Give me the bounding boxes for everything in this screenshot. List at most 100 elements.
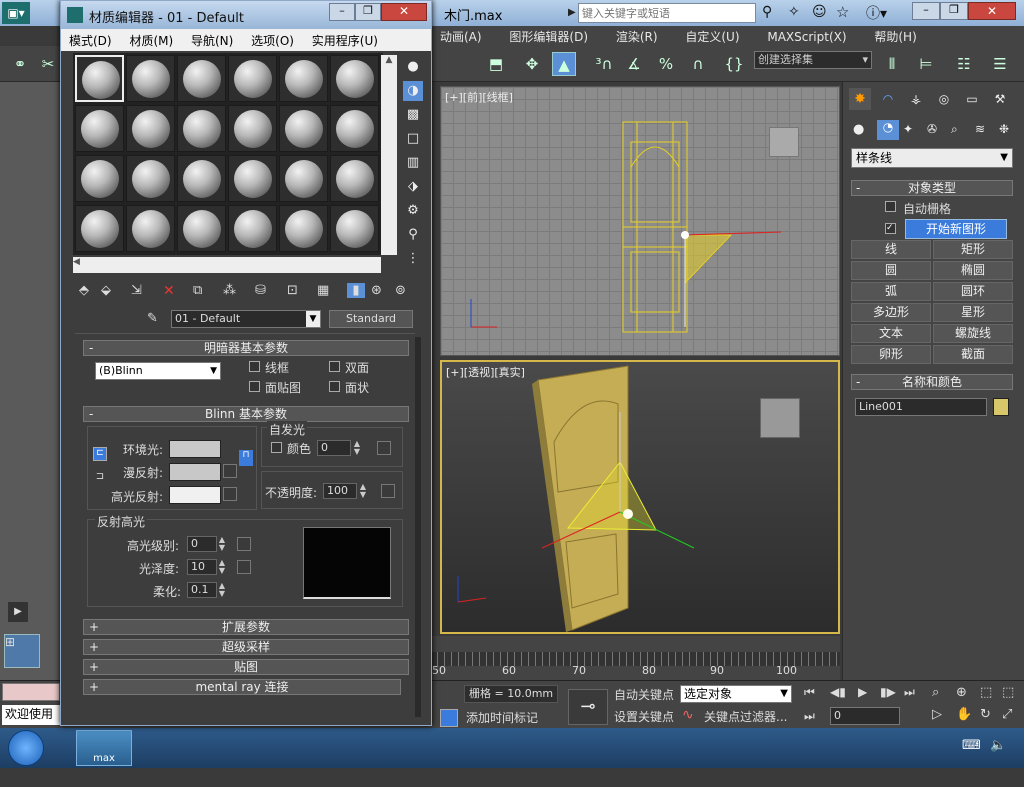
lights-icon[interactable]: ✦ [903, 122, 921, 136]
material-sample-slot[interactable] [75, 155, 124, 202]
fov-icon[interactable]: ▷ [932, 707, 950, 722]
material-sample-slot[interactable] [75, 55, 124, 102]
shader-dropdown[interactable]: (B)Blinn ▼ [95, 362, 221, 380]
start-orb-icon[interactable] [8, 730, 44, 766]
opacity-map-button[interactable] [381, 484, 395, 498]
zoom-extents-all-icon[interactable]: ⬚ [1002, 685, 1020, 700]
object-color-swatch[interactable] [993, 398, 1009, 416]
material-sample-slot[interactable] [177, 55, 226, 102]
menu-maxscript[interactable]: MAXScript(X) [753, 28, 856, 44]
zoom-extents-icon[interactable]: ⬚ [980, 685, 998, 700]
unlink-icon[interactable]: ✂ [36, 52, 60, 76]
taskbar-3dsmax[interactable]: max [76, 730, 132, 766]
arc-button[interactable]: 弧 [851, 282, 931, 301]
material-sample-slot[interactable] [228, 105, 277, 152]
slots-hscroll[interactable]: ◀ [73, 257, 381, 273]
mat-close-button[interactable]: ✕ [381, 3, 427, 21]
prev-frame-icon[interactable]: ◀▮ [830, 685, 850, 699]
menu-material[interactable]: 材质(M) [121, 29, 179, 49]
mat-minimize-button[interactable]: – [329, 3, 355, 21]
material-sample-slot[interactable] [177, 155, 226, 202]
pan-icon[interactable]: ✋ [956, 707, 974, 722]
key-filters-button[interactable]: 关键点过滤器... [704, 707, 796, 727]
material-navigator-icon[interactable]: ⋮ [403, 249, 423, 269]
binoculars-icon[interactable]: ⚲ [762, 4, 782, 20]
put-to-scene-icon[interactable]: ⬙ [101, 283, 111, 298]
zoom-all-icon[interactable]: ⊕ [956, 685, 974, 700]
menu-help[interactable]: 帮助(H) [860, 26, 926, 45]
spec-level-value[interactable]: 0 [187, 536, 217, 552]
material-sample-slot[interactable] [177, 205, 226, 252]
diffuse-map-button[interactable] [223, 464, 237, 478]
add-time-tag-icon[interactable] [440, 709, 458, 727]
move-icon[interactable]: ✥ [520, 52, 544, 76]
face-map-checkbox[interactable] [249, 381, 260, 392]
text-button[interactable]: 文本 [851, 324, 931, 343]
material-id-icon[interactable]: ⊡ [287, 283, 298, 298]
shader-basic-rollout[interactable]: - 明暗器基本参数 [83, 340, 409, 356]
orbit-icon[interactable]: ↻ [980, 707, 998, 722]
scene-explorer-icon[interactable]: ☰ [988, 52, 1012, 76]
goto-start-icon[interactable]: ⏮ [804, 685, 824, 700]
menu-utilities[interactable]: 实用程序(U) [304, 29, 384, 49]
material-sample-slot[interactable] [279, 205, 328, 252]
go-forward-icon[interactable]: ⊚ [395, 283, 406, 298]
section-button[interactable]: 截面 [933, 345, 1013, 364]
add-time-tag-label[interactable]: 添加时间标记 [466, 709, 538, 726]
object-name-input[interactable]: Line001 [855, 398, 987, 416]
extended-params-rollout[interactable]: + 扩展参数 [83, 619, 409, 635]
material-name-field[interactable]: 01 - Default ▼ [171, 310, 321, 328]
key-icon[interactable]: ⊸ [568, 689, 608, 725]
mat-maximize-button[interactable]: ❐ [355, 3, 381, 21]
systems-icon[interactable]: ❉ [999, 122, 1017, 136]
search-input[interactable] [578, 3, 756, 23]
background-icon[interactable]: ▩ [403, 105, 423, 125]
glossiness-map-button[interactable] [237, 560, 251, 574]
display-tab-icon[interactable]: ▭ [961, 88, 983, 110]
viewport-perspective[interactable]: [+][透视][真实] [440, 360, 840, 634]
blinn-basic-rollout[interactable]: - Blinn 基本参数 [83, 406, 409, 422]
opacity-value[interactable]: 100 [323, 483, 357, 499]
material-sample-slot[interactable] [228, 155, 277, 202]
motion-tab-icon[interactable]: ◎ [933, 88, 955, 110]
name-color-rollout[interactable]: - 名称和颜色 [851, 374, 1013, 390]
material-sample-slot[interactable] [75, 205, 124, 252]
material-sample-slot[interactable] [126, 155, 175, 202]
star-button[interactable]: 星形 [933, 303, 1013, 322]
edit-named-sets-icon[interactable]: {} [722, 52, 746, 76]
material-sample-slot[interactable] [330, 155, 379, 202]
person-icon[interactable]: ☺ [812, 4, 832, 20]
align-icon[interactable]: ⊨ [914, 52, 938, 76]
key-mode-icon[interactable]: ⏭ [804, 709, 824, 724]
create-tab-icon[interactable]: ✸ [849, 88, 871, 110]
minimize-button[interactable]: – [912, 2, 940, 20]
show-map-icon[interactable]: ▦ [317, 283, 329, 298]
ngon-button[interactable]: 多边形 [851, 303, 931, 322]
rectangle-button[interactable]: 矩形 [933, 240, 1013, 259]
egg-button[interactable]: 卵形 [851, 345, 931, 364]
circle-button[interactable]: 圆 [851, 261, 931, 280]
search-arrow-icon[interactable]: ▶ [568, 4, 578, 22]
assign-material-icon[interactable]: ⇲ [131, 283, 142, 298]
donut-button[interactable]: 圆环 [933, 282, 1013, 301]
angle-snap-icon[interactable]: ∡ [622, 52, 646, 76]
menu-graph-editors[interactable]: 图形编辑器(D) [495, 26, 598, 45]
specular-map-button[interactable] [223, 487, 237, 501]
faceted-checkbox[interactable] [329, 381, 340, 392]
help-icon[interactable]: ⓘ▾ [866, 3, 896, 23]
menu-options[interactable]: 选项(O) [243, 29, 300, 49]
material-sample-slot[interactable] [126, 105, 175, 152]
lock-diffuse-specular-icon[interactable]: ⊐ [93, 471, 107, 485]
set-key-button[interactable]: 设置关键点 [612, 707, 678, 727]
glossiness-value[interactable]: 10 [187, 559, 217, 575]
menu-navigation[interactable]: 导航(N) [183, 29, 239, 49]
material-sample-slot[interactable] [228, 55, 277, 102]
eyedropper-icon[interactable]: ✎ [147, 311, 158, 326]
zoom-icon[interactable]: ⌕ [932, 685, 950, 700]
spec-level-spinner[interactable]: ▲ ▼ [217, 536, 227, 552]
glossiness-spinner[interactable]: ▲ ▼ [217, 559, 227, 575]
helix-button[interactable]: 螺旋线 [933, 324, 1013, 343]
viewcube-front[interactable] [769, 127, 799, 157]
object-type-rollout[interactable]: - 对象类型 [851, 180, 1013, 196]
maxscript-listener[interactable] [2, 683, 60, 701]
